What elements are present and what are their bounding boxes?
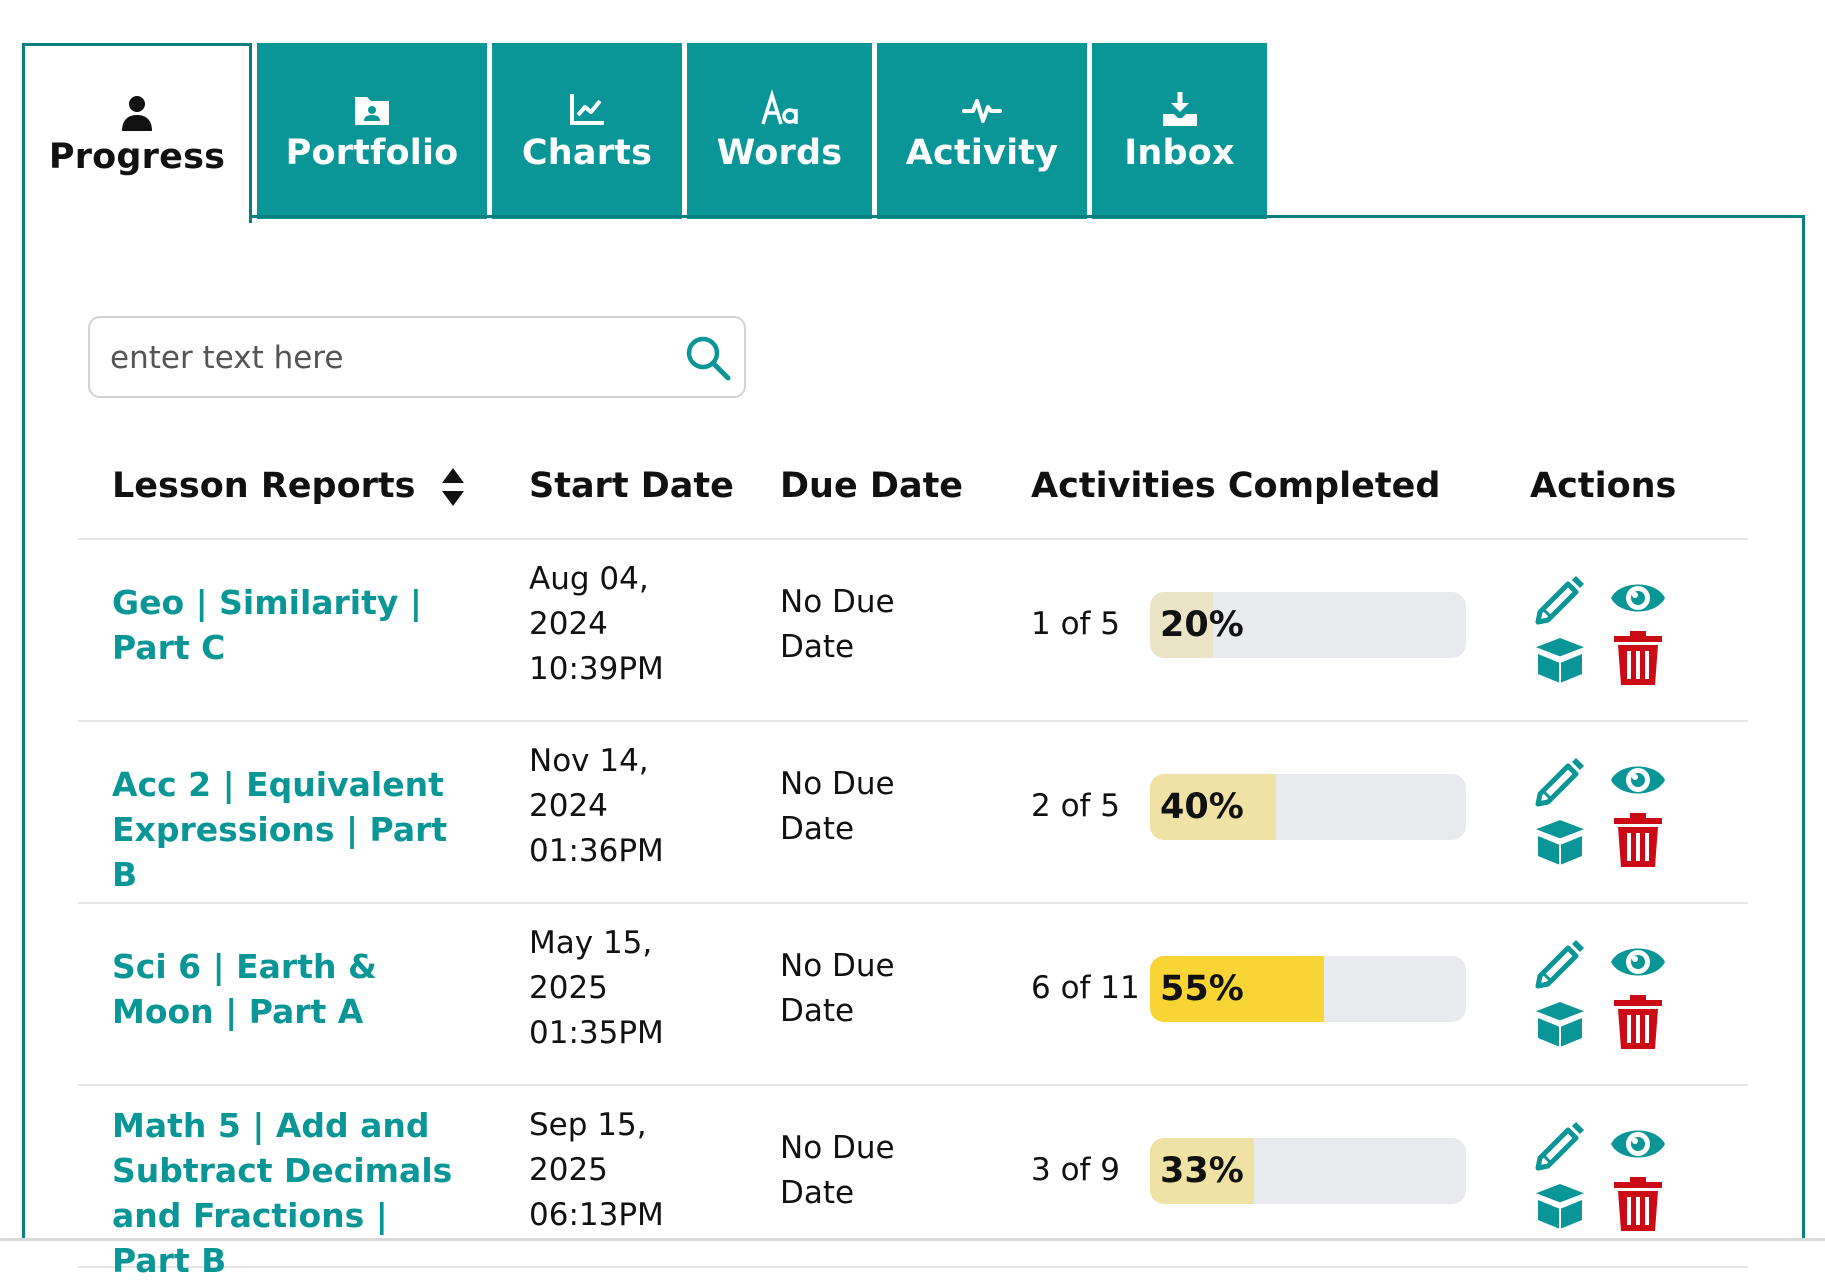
archive-button[interactable] [1530,812,1590,868]
view-button[interactable] [1608,1116,1668,1172]
archive-button[interactable] [1530,994,1590,1050]
start-date: Sep 15, 2025 06:13PM [529,1103,729,1238]
edit-button[interactable] [1530,752,1590,808]
header-activities-completed: Activities Completed [1031,466,1441,506]
table-row: Geo | Similarity | Part C Aug 04, 2024 10:… [78,540,1748,722]
trash-icon [1614,631,1662,685]
start-date-time: 10:39PM [529,651,664,687]
pencil-icon [1535,576,1584,625]
eye-icon [1611,766,1665,794]
table-header: Lesson Reports Start Date Due Date Activ… [78,440,1748,540]
box-open-icon [1533,820,1587,865]
trash-icon [1614,995,1662,1049]
lesson-link[interactable]: Acc 2 | Equivalent Expressions | Part B [112,762,472,897]
progress-percent: 33% [1160,1151,1244,1191]
progress-bar: 40% [1150,774,1466,840]
start-date-day: May 15, 2025 [529,925,653,1006]
tab-label: Inbox [1124,133,1235,173]
table-row: Acc 2 | Equivalent Expressions | Part B N… [78,722,1748,904]
start-date-day: Nov 14, 2024 [529,743,649,824]
start-date-day: Sep 15, 2025 [529,1107,647,1188]
tab-label: Charts [521,133,653,173]
activities-count: 6 of 11 [1031,970,1140,1006]
start-date: May 15, 2025 01:35PM [529,921,729,1056]
header-actions: Actions [1530,466,1677,506]
lesson-link[interactable]: Geo | Similarity | Part C [112,580,472,670]
start-date-day: Aug 04, 2024 [529,561,649,642]
activities-count: 2 of 5 [1031,788,1121,824]
header-due-date: Due Date [780,466,964,506]
delete-button[interactable] [1608,1176,1668,1232]
pencil-icon [1535,940,1584,989]
tab-charts[interactable]: Charts [492,43,682,219]
tab-progress[interactable]: Progress [22,43,252,223]
start-date-time: 06:13PM [529,1197,664,1233]
trash-icon [1614,813,1662,867]
user-icon [122,95,152,131]
progress-percent: 55% [1160,969,1244,1009]
edit-button[interactable] [1530,570,1590,626]
edit-button[interactable] [1530,934,1590,990]
tab-label: Activity [905,133,1059,173]
view-button[interactable] [1608,570,1668,626]
header-start-date: Start Date [529,466,734,506]
archive-button[interactable] [1530,630,1590,686]
progress-percent: 40% [1160,787,1244,827]
folder-user-icon [355,97,389,125]
archive-button[interactable] [1530,1176,1590,1232]
search-box [88,316,746,398]
download-tray-icon [1162,92,1197,126]
progress-bar: 20% [1150,592,1466,658]
due-date: No Due Date [780,1130,895,1211]
tab-activity[interactable]: Activity [877,43,1087,219]
search-input[interactable] [108,318,672,398]
table-row: Sci 6 | Earth & Moon | Part A May 15, 202… [78,904,1748,1086]
box-open-icon [1533,1002,1587,1047]
start-date: Aug 04, 2024 10:39PM [529,557,729,692]
progress-bar: 55% [1150,956,1466,1022]
tab-portfolio[interactable]: Portfolio [257,43,487,219]
view-button[interactable] [1608,752,1668,808]
due-date: No Due Date [780,584,895,665]
eye-icon [1611,584,1665,612]
start-date: Nov 14, 2024 01:36PM [529,739,729,874]
start-date-time: 01:36PM [529,833,664,869]
tab-words[interactable]: Words [687,43,872,219]
due-date: No Due Date [780,766,895,847]
edit-button[interactable] [1530,1116,1590,1172]
text-aa-icon [760,89,798,125]
delete-button[interactable] [1608,812,1668,868]
heartbeat-icon [962,99,1002,123]
lesson-link[interactable]: Sci 6 | Earth & Moon | Part A [112,944,472,1034]
eye-icon [1611,948,1665,976]
tab-label: Words [716,133,843,173]
header-lesson-reports[interactable]: Lesson Reports [112,466,466,508]
eye-icon [1611,1130,1665,1158]
progress-percent: 20% [1160,605,1244,645]
tab-inbox[interactable]: Inbox [1092,43,1267,219]
progress-bar: 33% [1150,1138,1466,1204]
pencil-icon [1535,758,1584,807]
due-date: No Due Date [780,948,895,1029]
trash-icon [1614,1177,1662,1231]
box-open-icon [1533,638,1587,683]
activities-count: 3 of 9 [1031,1152,1121,1188]
lesson-reports-table: Lesson Reports Start Date Due Date Activ… [78,440,1748,1280]
tab-label: Progress [48,136,226,177]
box-open-icon [1533,1184,1587,1229]
tab-label: Portfolio [285,133,459,173]
delete-button[interactable] [1608,994,1668,1050]
delete-button[interactable] [1608,630,1668,686]
start-date-time: 01:35PM [529,1015,664,1051]
activities-count: 1 of 5 [1031,606,1121,642]
lesson-link[interactable]: Math 5 | Add and Subtract Decimals and F… [112,1103,472,1283]
view-button[interactable] [1608,934,1668,990]
chart-line-icon [570,94,604,125]
sort-icon[interactable] [440,466,466,508]
search-icon[interactable] [682,332,734,384]
pencil-icon [1535,1122,1584,1171]
